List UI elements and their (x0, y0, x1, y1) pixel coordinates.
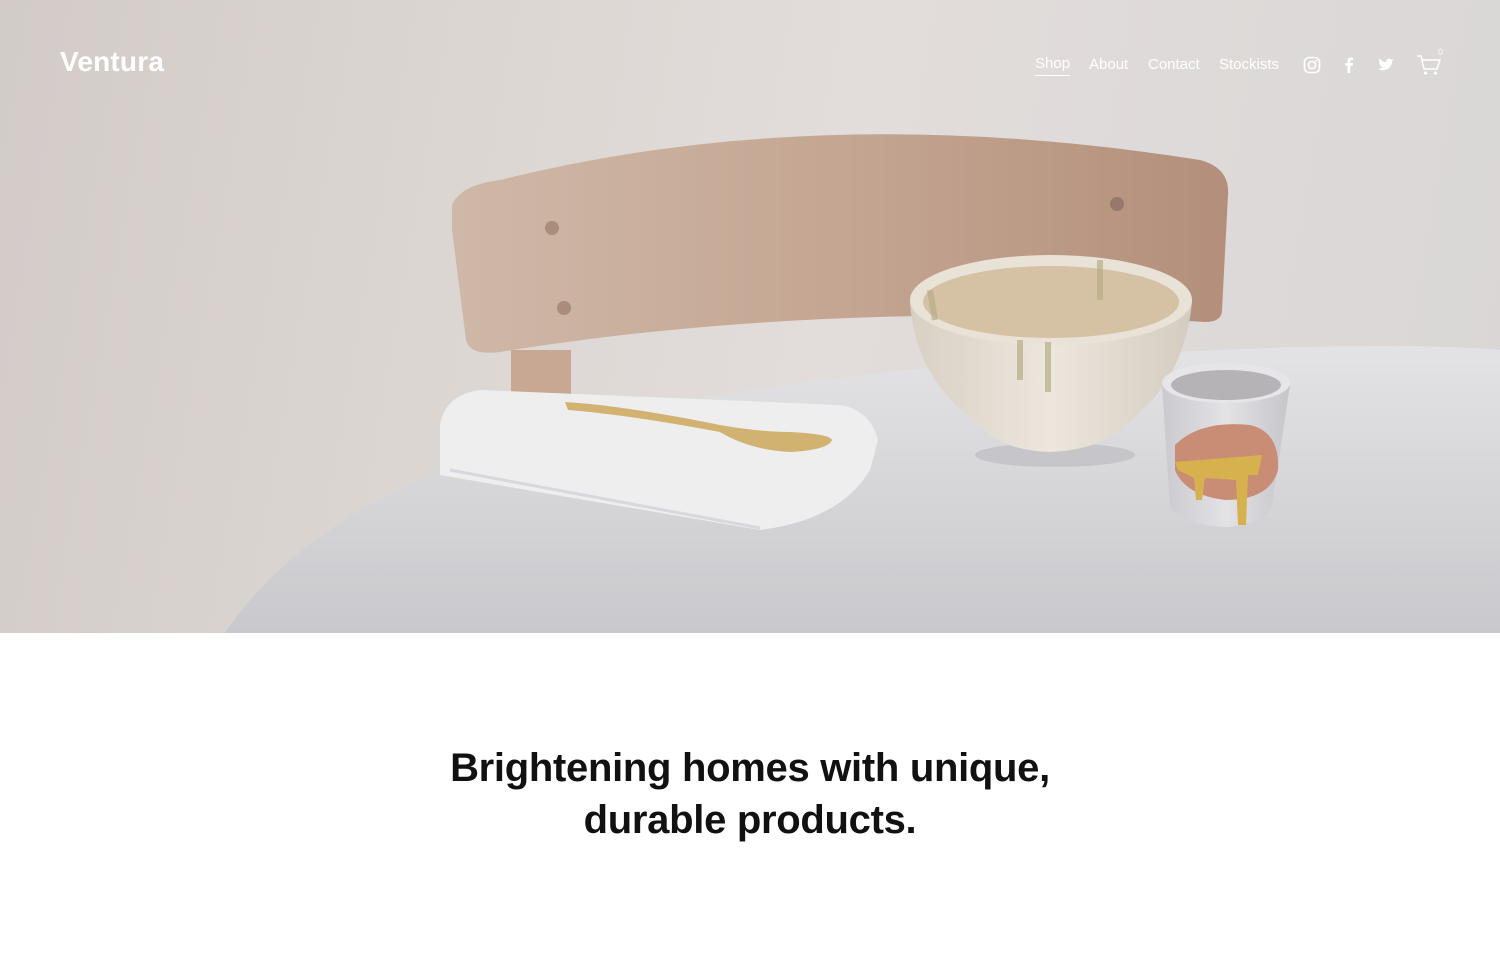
headline-line-2: durable products. (583, 798, 917, 842)
site-logo[interactable]: Ventura (60, 46, 164, 78)
nav-contact[interactable]: Contact (1148, 53, 1200, 77)
chair-peg (557, 301, 571, 315)
facebook-icon[interactable] (1340, 56, 1358, 74)
table-top (225, 346, 1500, 633)
chair-peg (545, 221, 559, 235)
site-header: Ventura Shop About Contact Stockists 0 (0, 0, 1500, 130)
cart-count-badge: 0 (1438, 47, 1444, 57)
instagram-icon[interactable] (1303, 56, 1321, 74)
nav-shop[interactable]: Shop (1035, 53, 1071, 76)
intro-headline: Brightening homes with unique, durable p… (0, 742, 1500, 846)
twitter-icon[interactable] (1377, 56, 1395, 74)
nav-stockists[interactable]: Stockists (1219, 53, 1279, 77)
chair-peg (1110, 197, 1124, 211)
nav-about[interactable]: About (1089, 53, 1128, 77)
headline-line-1: Brightening homes with unique, (450, 746, 1050, 790)
